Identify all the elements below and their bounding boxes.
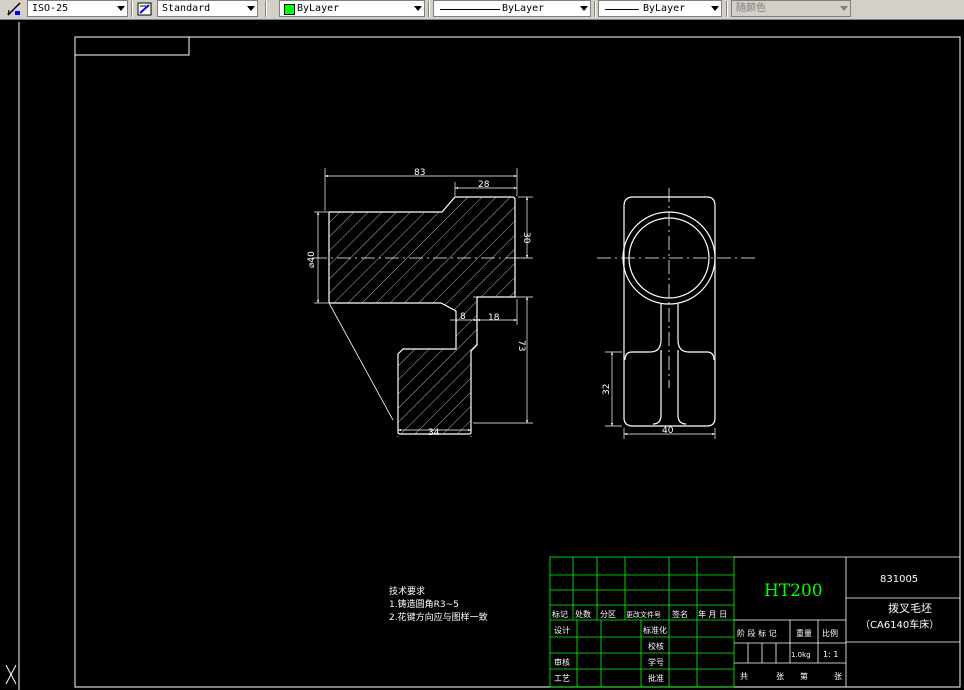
tech-note-1: 1.铸造圆角R3~5 (389, 600, 459, 610)
tb-craft: 工艺 (554, 674, 570, 683)
hdr-sign: 签名 (672, 609, 688, 619)
dim-8: 8 (460, 312, 466, 322)
tb-material: HT200 (764, 581, 823, 601)
chevron-down-icon (711, 6, 719, 11)
dim-28: 28 (478, 180, 490, 190)
dimension-style-icon[interactable] (6, 1, 22, 17)
chevron-down-icon (247, 6, 255, 11)
linetype-value: ByLayer (502, 3, 545, 14)
tb-scale: 1: 1 (823, 650, 838, 659)
hdr-docno: 更改文件号 (626, 610, 661, 619)
dim-73: 73 (516, 340, 526, 351)
drawing-frame (74, 36, 961, 688)
linetype-sample (440, 9, 500, 10)
dim-34: 34 (428, 428, 440, 438)
hdr-mark: 标记 (552, 609, 568, 619)
ucs-icon (5, 664, 17, 685)
toolbar-separator (131, 1, 133, 17)
dim-dia-40: ⌀40 (307, 251, 317, 268)
tb-sheets: 张 (776, 672, 784, 681)
dimstyle-value: ISO-25 (32, 3, 69, 14)
toolbar-separator (428, 1, 430, 17)
tb-machine: （CA6140车床） (860, 618, 939, 631)
chevron-down-icon (580, 6, 588, 11)
tb-design: 设计 (554, 625, 570, 635)
toolbar-separator (726, 1, 728, 17)
color-swatch (284, 4, 295, 15)
tb-check: 审核 (554, 657, 570, 667)
tech-notes-title: 技术要求 (389, 587, 426, 597)
dim-32: 32 (602, 384, 612, 395)
drawing-number-box (74, 36, 190, 56)
linetype-select[interactable]: ByLayer (433, 0, 591, 17)
lineweight-select[interactable]: ByLayer (598, 0, 722, 17)
hdr-zone: 分区 (600, 610, 616, 619)
lineweight-value: ByLayer (643, 3, 686, 14)
side-dimension-labels: 32 40 (602, 384, 674, 436)
dim-18: 18 (488, 313, 500, 323)
tb-stage-mark: 阶 段 标 记 (737, 628, 777, 638)
tb-seq: 学号 (648, 657, 664, 667)
drawing-canvas[interactable]: 83 28 30 ⌀40 8 18 73 34 32 40 标记 处数 分区 更… (0, 20, 964, 690)
plotstyle-value: 随颜色 (736, 3, 766, 14)
tb-scale-label: 比例 (822, 628, 838, 638)
properties-toolbar: ISO-25 Standard ByLayer ByLayer ByLayer … (0, 0, 964, 20)
chevron-down-icon (414, 6, 422, 11)
textstyle-select[interactable]: Standard (157, 0, 258, 17)
hdr-count: 处数 (575, 609, 591, 619)
chevron-down-icon (117, 6, 125, 11)
toolbar-separator (594, 1, 596, 17)
dim-40: 40 (662, 426, 674, 436)
tb-verify: 校核 (648, 641, 664, 651)
color-select[interactable]: ByLayer (279, 0, 425, 17)
tb-weight-label: 重量 (796, 628, 812, 638)
dim-30: 30 (521, 232, 531, 244)
color-value: ByLayer (297, 3, 340, 14)
lineweight-sample (605, 9, 639, 10)
tb-total: 共 (740, 672, 748, 681)
tb-sheet2: 张 (834, 672, 842, 681)
drawing-svg: 83 28 30 ⌀40 8 18 73 34 32 40 标记 处数 分区 更… (5, 22, 961, 690)
tb-drawing-no: 831005 (880, 574, 918, 585)
plotstyle-select[interactable]: 随颜色 (731, 0, 851, 17)
tech-note-2: 2.花键方向应与图样一致 (389, 613, 488, 623)
chevron-down-icon (840, 6, 848, 11)
tb-weight: 1.0kg (791, 651, 811, 659)
toolbar-separator (265, 1, 267, 17)
text-style-icon[interactable] (137, 1, 153, 17)
tb-approve: 批准 (648, 673, 664, 683)
tb-part-name: 拨叉毛坯 (888, 601, 932, 615)
tb-page: 第 (800, 671, 808, 681)
dimstyle-select[interactable]: ISO-25 (27, 0, 128, 17)
textstyle-value: Standard (162, 3, 211, 14)
tb-standardize: 标准化 (643, 625, 667, 635)
dim-83: 83 (414, 168, 425, 178)
hdr-date: 年 月 日 (698, 609, 727, 619)
